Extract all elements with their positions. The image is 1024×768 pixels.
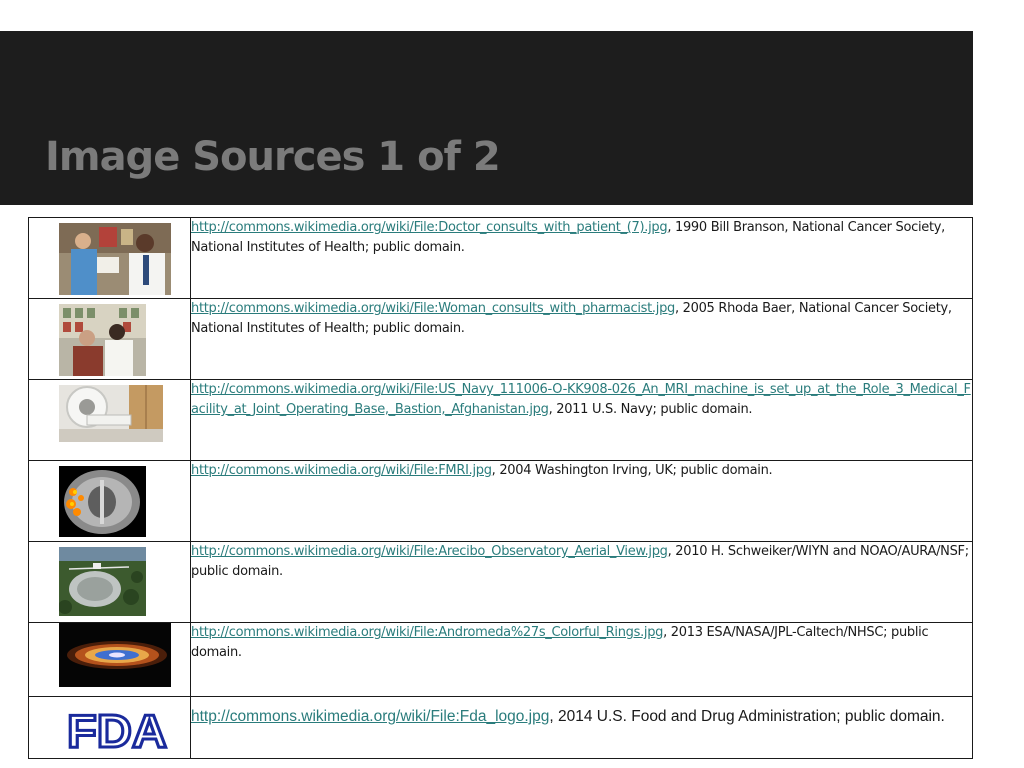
thumbnail-cell — [28, 622, 191, 697]
source-link[interactable]: http://commons.wikimedia.org/wiki/File:D… — [191, 220, 668, 235]
fmri-scan-image — [59, 466, 190, 537]
source-text: http://commons.wikimedia.org/wiki/File:A… — [190, 622, 973, 697]
source-text: http://commons.wikimedia.org/wiki/File:F… — [190, 460, 973, 542]
thumbnail-cell: FDA — [28, 696, 191, 759]
source-link[interactable]: http://commons.wikimedia.org/wiki/File:W… — [191, 301, 675, 316]
thumbnail-cell — [28, 460, 191, 542]
woman-pharmacist-photo — [59, 304, 190, 376]
fda-logo: FDA — [67, 707, 190, 751]
table-row: http://commons.wikimedia.org/wiki/File:F… — [28, 460, 973, 542]
page-title: Image Sources 1 of 2 — [45, 134, 501, 180]
thumbnail-cell — [28, 298, 191, 380]
table-row: http://commons.wikimedia.org/wiki/File:A… — [28, 622, 973, 697]
doctor-consults-patient-photo — [59, 223, 190, 295]
thumbnail-cell — [28, 541, 191, 623]
table-row: http://commons.wikimedia.org/wiki/File:U… — [28, 379, 973, 461]
mri-machine-photo — [59, 385, 190, 442]
source-credit: , 2014 U.S. Food and Drug Administration… — [549, 708, 945, 725]
source-link[interactable]: http://commons.wikimedia.org/wiki/File:F… — [191, 708, 549, 725]
source-text: http://commons.wikimedia.org/wiki/File:U… — [190, 379, 973, 461]
table-row: http://commons.wikimedia.org/wiki/File:W… — [28, 298, 973, 380]
source-link[interactable]: http://commons.wikimedia.org/wiki/File:F… — [191, 463, 492, 478]
table-row: FDA http://commons.wikimedia.org/wiki/Fi… — [28, 696, 973, 759]
source-text: http://commons.wikimedia.org/wiki/File:W… — [190, 298, 973, 380]
source-text: http://commons.wikimedia.org/wiki/File:D… — [190, 217, 973, 299]
source-link[interactable]: http://commons.wikimedia.org/wiki/File:A… — [191, 544, 668, 559]
table-row: http://commons.wikimedia.org/wiki/File:D… — [28, 217, 973, 299]
andromeda-rings-image — [59, 623, 190, 687]
svg-text:FDA: FDA — [67, 707, 167, 751]
thumbnail-cell — [28, 217, 191, 299]
source-link[interactable]: http://commons.wikimedia.org/wiki/File:A… — [191, 625, 663, 640]
image-sources-table: http://commons.wikimedia.org/wiki/File:D… — [28, 217, 973, 759]
source-text: http://commons.wikimedia.org/wiki/File:F… — [190, 696, 973, 759]
source-credit: , 2011 U.S. Navy; public domain. — [548, 402, 753, 417]
thumbnail-cell — [28, 379, 191, 461]
source-credit: , 2004 Washington Irving, UK; public dom… — [491, 463, 773, 478]
arecibo-observatory-photo — [59, 547, 190, 616]
source-text: http://commons.wikimedia.org/wiki/File:A… — [190, 541, 973, 623]
table-row: http://commons.wikimedia.org/wiki/File:A… — [28, 541, 973, 623]
